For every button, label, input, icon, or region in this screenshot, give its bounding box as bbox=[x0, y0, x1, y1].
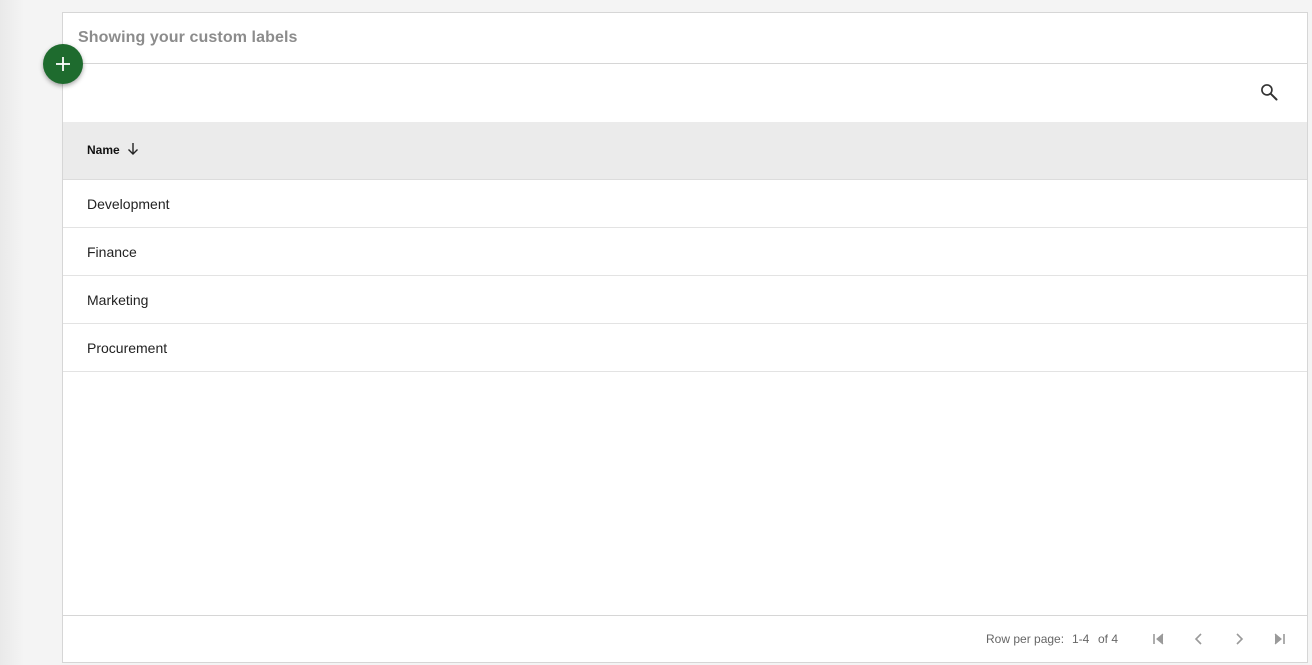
previous-page-button[interactable] bbox=[1188, 628, 1210, 650]
label-name: Procurement bbox=[87, 340, 168, 356]
table-row[interactable]: Marketing bbox=[63, 276, 1307, 324]
panel-title: Showing your custom labels bbox=[78, 29, 298, 46]
pagination-bar: Row per page: 1-4 of 4 bbox=[63, 615, 1307, 662]
first-page-icon bbox=[1153, 633, 1164, 645]
last-page-button[interactable] bbox=[1268, 628, 1290, 650]
page-range: 1-4 bbox=[1072, 632, 1090, 646]
rows-per-page-label: Row per page: bbox=[986, 632, 1065, 646]
column-header-label: Name bbox=[87, 143, 120, 157]
table-row[interactable]: Development bbox=[63, 180, 1307, 228]
add-label-button[interactable] bbox=[43, 44, 83, 84]
labels-panel: Showing your custom labels Name Developm… bbox=[62, 12, 1308, 663]
first-page-button[interactable] bbox=[1148, 628, 1170, 650]
panel-header: Showing your custom labels bbox=[63, 13, 1307, 64]
search-icon bbox=[1261, 84, 1278, 101]
table-row[interactable]: Finance bbox=[63, 228, 1307, 276]
next-page-button[interactable] bbox=[1228, 628, 1250, 650]
last-page-icon bbox=[1274, 633, 1285, 645]
label-name: Development bbox=[87, 196, 170, 212]
column-header-name[interactable]: Name bbox=[87, 140, 140, 157]
search-button[interactable] bbox=[1255, 78, 1283, 106]
label-name: Marketing bbox=[87, 292, 149, 308]
label-name: Finance bbox=[87, 244, 137, 260]
table-row[interactable]: Procurement bbox=[63, 324, 1307, 372]
chevron-left-icon bbox=[1194, 633, 1202, 645]
table-body: Development Finance Marketing Procuremen… bbox=[63, 180, 1307, 372]
side-edge bbox=[0, 0, 24, 665]
table-header: Name bbox=[63, 122, 1307, 180]
chevron-right-icon bbox=[1236, 633, 1244, 645]
total-count: of 4 bbox=[1098, 632, 1119, 646]
plus-icon bbox=[56, 57, 70, 71]
page: Showing your custom labels Name Developm… bbox=[0, 0, 1312, 665]
arrow-down-icon bbox=[126, 142, 140, 156]
table-toolbar bbox=[63, 64, 1307, 122]
